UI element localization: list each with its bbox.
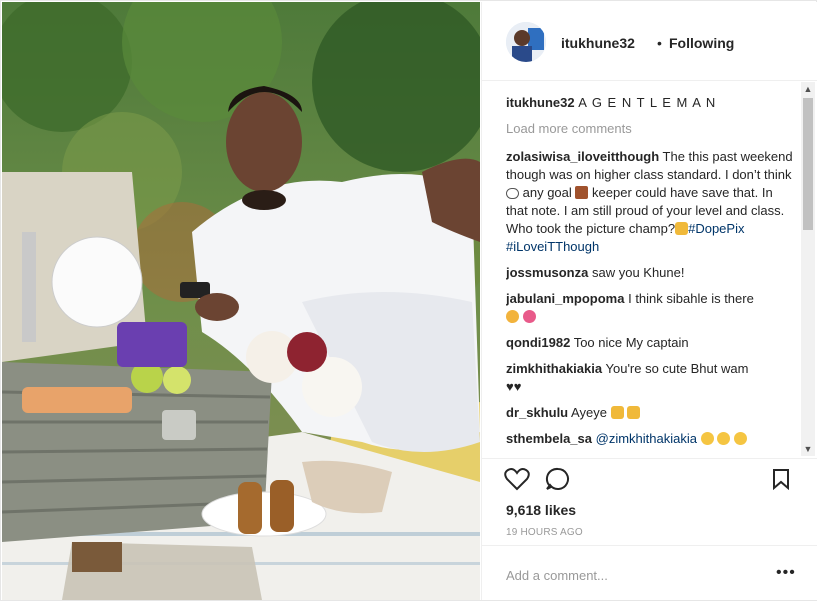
- comment-username[interactable]: zolasiwisa_iloveitthough: [506, 149, 659, 164]
- comments-scrollbar[interactable]: ▲ ▼: [801, 82, 815, 456]
- load-more-comments-button[interactable]: Load more comments: [506, 120, 796, 138]
- comment-text: I think sibahle is there: [628, 291, 754, 306]
- comment-item: jossmusonza saw you Khune!: [506, 264, 796, 282]
- caption-username[interactable]: itukhune32: [506, 95, 575, 110]
- grimacing-emoji-icon: [700, 432, 714, 445]
- comment-username[interactable]: qondi1982: [506, 335, 570, 350]
- comment-username[interactable]: zimkhithakiakia: [506, 361, 602, 376]
- caption-text: A G E N T L E M A N: [578, 95, 717, 110]
- scrollbar-thumb[interactable]: [803, 98, 813, 230]
- add-comment-input[interactable]: Add a comment...: [506, 568, 608, 583]
- scroll-down-arrow-icon[interactable]: ▼: [801, 442, 815, 456]
- comment-text: You're so cute Bhut wam: [605, 361, 749, 376]
- comment-text: saw you Khune!: [591, 265, 685, 280]
- likes-count[interactable]: 9,618 likes: [506, 502, 576, 518]
- comment-item: qondi1982 Too nice My captain: [506, 334, 796, 352]
- more-options-icon[interactable]: •••: [776, 564, 796, 582]
- post-timestamp[interactable]: 19 HOURS AGO: [506, 527, 583, 538]
- header-username[interactable]: itukhune32: [561, 35, 635, 51]
- clapping-emoji-icon: [675, 222, 689, 235]
- black-heart-emoji-icon: ♥♥: [506, 379, 522, 394]
- comment-item: sthembela_sa @zimkhithakiakia: [506, 430, 796, 448]
- avatar[interactable]: [506, 22, 546, 62]
- picnic-photo-image: [2, 2, 480, 600]
- comment-username[interactable]: jossmusonza: [506, 265, 588, 280]
- hashtag-link[interactable]: #iLoveiTThough: [506, 239, 599, 254]
- goal-emoji-icon: [575, 186, 589, 199]
- comments-list: itukhune32 A G E N T L E M A N Load more…: [506, 94, 796, 458]
- comment-item: dr_skhulu Ayeye: [506, 404, 796, 422]
- hashtag-link[interactable]: #DopePix: [688, 221, 744, 236]
- comment-item: zimkhithakiakia You're so cute Bhut wam …: [506, 360, 796, 396]
- comment-bubble-icon[interactable]: [545, 467, 571, 491]
- avatar-image: [506, 22, 546, 62]
- comment-text: Too nice My captain: [573, 335, 689, 350]
- post-photo[interactable]: [2, 2, 480, 600]
- comment-text: any goal: [522, 185, 572, 200]
- mention-link[interactable]: @zimkhithakiakia: [596, 431, 697, 446]
- post-header: itukhune32 • Following: [482, 2, 817, 81]
- scroll-up-arrow-icon[interactable]: ▲: [801, 82, 815, 96]
- post-side-panel: itukhune32 • Following itukhune32 A G E …: [481, 2, 817, 600]
- action-bar: [482, 458, 817, 499]
- heart-icon[interactable]: [504, 467, 530, 491]
- comment-item: jabulani_mpopoma I think sibahle is ther…: [506, 290, 796, 326]
- raised-hands-emoji-icon: [627, 406, 641, 419]
- header-separator-dot: •: [657, 35, 662, 51]
- grimacing-emoji-icon: [717, 432, 731, 445]
- comment-text: Ayeye: [571, 405, 607, 420]
- comment-username[interactable]: jabulani_mpopoma: [506, 291, 624, 306]
- post-window: itukhune32 • Following itukhune32 A G E …: [0, 0, 817, 601]
- bookmark-icon[interactable]: [772, 468, 790, 490]
- grimacing-emoji-icon: [733, 432, 747, 445]
- following-button[interactable]: Following: [669, 35, 734, 51]
- ok-hand-emoji-icon: [506, 310, 519, 323]
- speech-bubble-emoji-icon: [506, 188, 519, 199]
- comment-username[interactable]: dr_skhulu: [506, 405, 568, 420]
- add-comment-bar: Add a comment... •••: [482, 545, 817, 601]
- raised-hands-emoji-icon: [610, 406, 624, 419]
- comment-username[interactable]: sthembela_sa: [506, 431, 592, 446]
- comment-item: zolasiwisa_iloveitthough The this past w…: [506, 148, 796, 256]
- caption: itukhune32 A G E N T L E M A N: [506, 94, 796, 112]
- tulip-emoji-icon: [522, 310, 536, 323]
